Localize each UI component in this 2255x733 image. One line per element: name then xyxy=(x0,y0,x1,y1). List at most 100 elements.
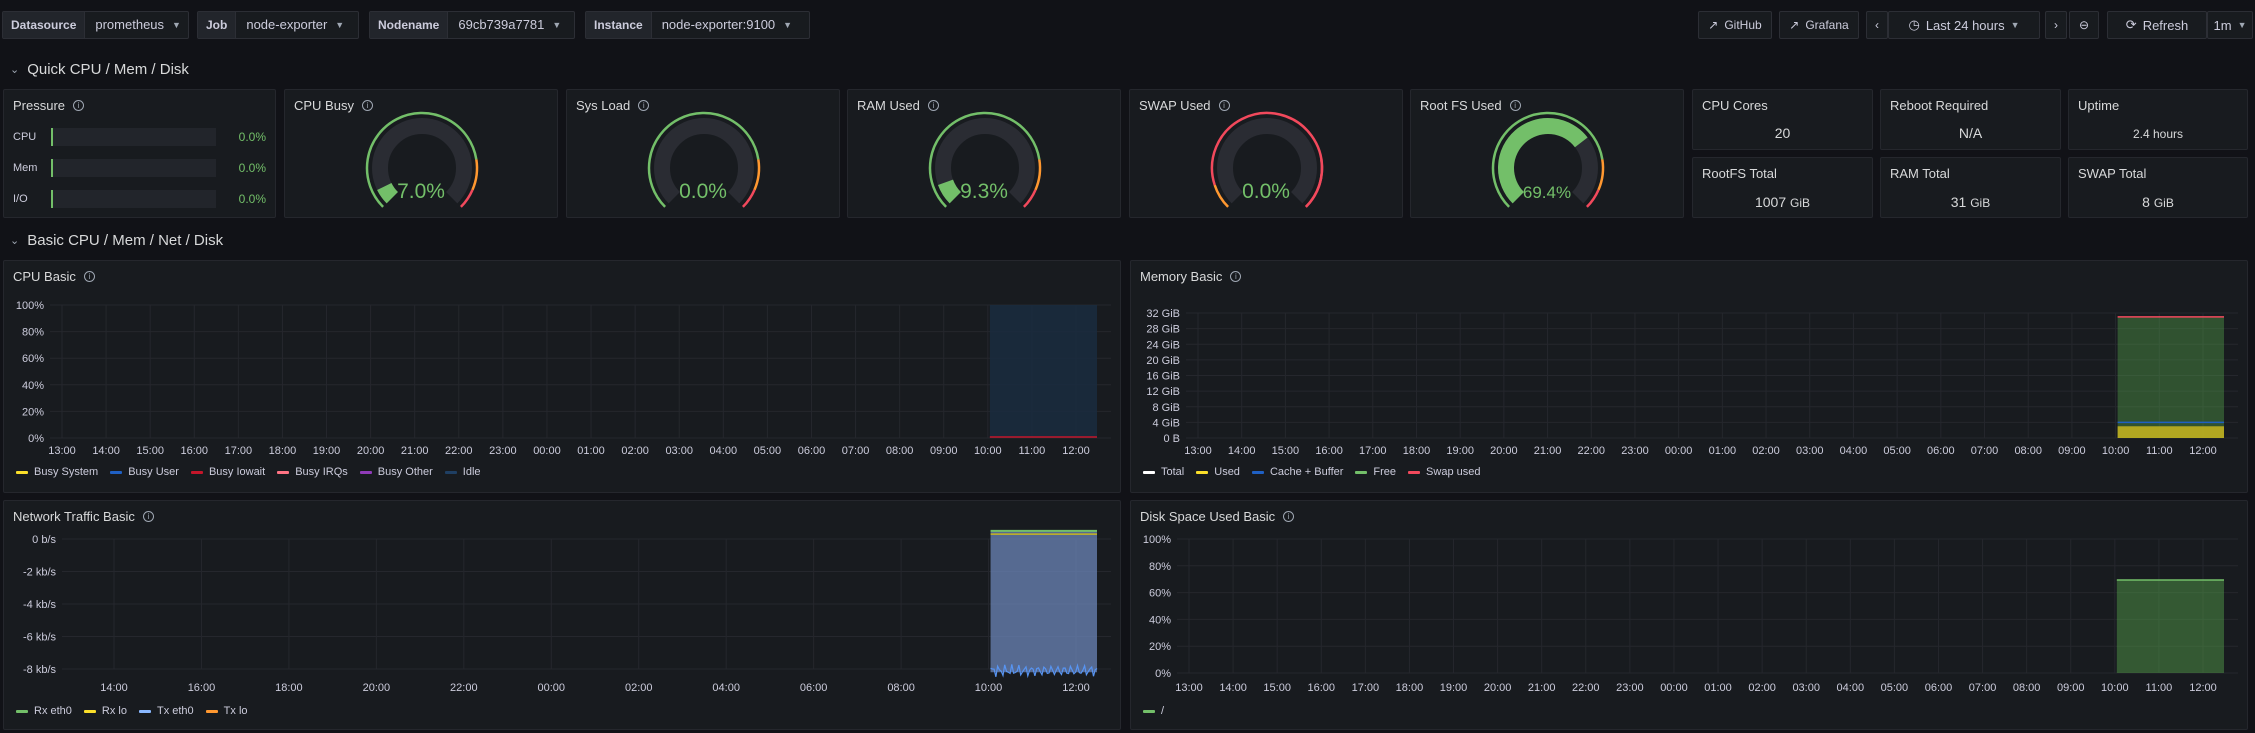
x-tick-label: 13:00 xyxy=(48,445,76,457)
pressure-value: 0.0% xyxy=(238,192,266,206)
x-tick-label: 04:00 xyxy=(1840,445,1868,457)
x-tick-label: 16:00 xyxy=(1315,445,1343,457)
y-tick-label: 60% xyxy=(22,353,44,365)
x-tick-label: 15:00 xyxy=(1272,445,1300,457)
legend-swatch xyxy=(138,709,151,713)
row-header-quick[interactable]: ⌄ Quick CPU / Mem / Disk xyxy=(10,59,189,79)
x-tick-label: 20:00 xyxy=(1484,682,1512,694)
legend-item[interactable]: Idle xyxy=(444,466,481,478)
pressure-row-mem: Mem 0.0% xyxy=(13,158,266,178)
legend-item[interactable]: Free xyxy=(1355,466,1396,478)
legend-item[interactable]: Busy IRQs xyxy=(277,466,348,478)
x-tick-label: 03:00 xyxy=(1792,682,1820,694)
refresh-interval-picker[interactable]: 1m ▼ xyxy=(2207,11,2253,39)
legend-item[interactable]: Total xyxy=(1143,466,1184,478)
panel-reboot-required: Reboot Required N/A xyxy=(1880,89,2061,150)
variable-instance[interactable]: Instance node-exporter:9100 ▼ xyxy=(585,11,810,39)
y-tick-label: -8 kb/s xyxy=(23,664,57,676)
x-tick-label: 01:00 xyxy=(1704,682,1732,694)
legend-item[interactable]: Busy System xyxy=(16,466,98,478)
legend-item[interactable]: Busy Iowait xyxy=(190,466,265,478)
panel-memory-basic: Memory Basic i 32 GiB 28 GiB 24 GiB 20 GiB 16… xyxy=(1130,260,2248,493)
y-tick-label: 20% xyxy=(22,406,44,418)
variable-value[interactable]: node-exporter:9100 ▼ xyxy=(652,12,802,38)
legend-label: Busy User xyxy=(128,466,179,478)
variable-value[interactable]: node-exporter ▼ xyxy=(236,12,354,38)
legend-item[interactable]: Busy User xyxy=(110,466,179,478)
x-tick-label: 00:00 xyxy=(538,682,566,694)
legend-item[interactable]: Tx lo xyxy=(205,705,248,717)
legend-item[interactable]: Rx eth0 xyxy=(16,705,72,717)
timeseries-chart[interactable]: 100% 80% 60% 40% 20% 0% 13:00 14:00 15:00 16:00 17… xyxy=(4,261,1122,494)
time-range-picker[interactable]: ◷ Last 24 hours ▼ xyxy=(1888,11,2040,39)
stat-value: 20 xyxy=(1693,125,1872,141)
stat-number: 20 xyxy=(1774,125,1791,141)
pressure-value: 0.0% xyxy=(238,130,266,144)
legend-swatch xyxy=(110,470,123,474)
variable-datasource[interactable]: Datasource prometheus ▼ xyxy=(2,11,189,39)
time-range-label: Last 24 hours xyxy=(1925,17,2005,33)
timeseries-chart[interactable]: 0 b/s -2 kb/s -4 kb/s -6 kb/s -8 kb/s 14:00 16… xyxy=(4,501,1122,731)
x-tick-label: 15:00 xyxy=(136,445,164,457)
chart-legend: / xyxy=(1143,705,1164,717)
panel-sys-load: Sys Load i 0.0% xyxy=(566,89,840,218)
zoom-out-button[interactable]: ⊖ xyxy=(2069,11,2099,39)
legend-item[interactable]: Busy Other xyxy=(359,466,433,478)
x-tick-label: 06:00 xyxy=(1925,682,1953,694)
x-tick-label: 19:00 xyxy=(1440,682,1468,694)
grafana-link-button[interactable]: ↗ Grafana xyxy=(1779,11,1859,39)
time-shift-back-button[interactable]: ‹ xyxy=(1866,11,1888,39)
chart-legend: Total Used Cache + Buffer Free Swap used xyxy=(1143,466,1480,478)
x-tick-label: 12:00 xyxy=(1062,682,1090,694)
variable-job[interactable]: Job node-exporter ▼ xyxy=(197,11,359,39)
area-used xyxy=(2117,426,2224,438)
x-tick-label: 22:00 xyxy=(450,682,478,694)
area-tx-eth0 xyxy=(990,530,1097,673)
gauge-value: 0.0% xyxy=(1242,180,1290,203)
panel-title-text: Pressure xyxy=(13,98,66,113)
legend-item[interactable]: Used xyxy=(1196,466,1240,478)
variable-value[interactable]: prometheus ▼ xyxy=(85,12,191,38)
panel-title: RAM Total xyxy=(1890,166,1950,181)
x-tick-label: 22:00 xyxy=(445,445,473,457)
pressure-bar xyxy=(51,159,216,177)
x-tick-label: 16:00 xyxy=(180,445,208,457)
info-icon[interactable]: i xyxy=(73,100,85,111)
y-tick-label: 24 GiB xyxy=(1146,339,1180,351)
stat-unit: GiB xyxy=(1970,196,1991,210)
legend-swatch xyxy=(1408,470,1421,474)
x-tick-label: 21:00 xyxy=(1528,682,1556,694)
legend-item[interactable]: Tx eth0 xyxy=(138,705,194,717)
refresh-button[interactable]: ⟳ Refresh xyxy=(2107,11,2207,39)
legend-item[interactable]: / xyxy=(1143,705,1164,717)
legend-item[interactable]: Rx lo xyxy=(83,705,127,717)
github-link-button[interactable]: ↗ GitHub xyxy=(1698,11,1772,39)
chevron-right-icon: › xyxy=(2054,18,2058,32)
x-tick-label: 02:00 xyxy=(621,445,649,457)
timeseries-chart[interactable]: 32 GiB 28 GiB 24 GiB 20 GiB 16 GiB 12 GiB 8 Gi… xyxy=(1131,261,2249,494)
x-tick-label: 11:00 xyxy=(1019,445,1046,457)
variable-nodename[interactable]: Nodename 69cb739a7781 ▼ xyxy=(369,11,575,39)
variable-value[interactable]: 69cb739a7781 ▼ xyxy=(448,12,571,38)
variable-label: Nodename xyxy=(370,12,449,38)
y-tick-label: 4 GiB xyxy=(1152,417,1180,429)
gauge-value: 69.4% xyxy=(1522,183,1572,202)
legend-label: Swap used xyxy=(1426,466,1481,478)
timeseries-chart[interactable]: 100% 80% 60% 40% 20% 0% 13:00 14:00 15:00 16:00 17… xyxy=(1131,501,2249,731)
legend-item[interactable]: Cache + Buffer xyxy=(1251,466,1343,478)
x-tick-label: 18:00 xyxy=(275,682,303,694)
panel-uptime: Uptime 2.4 hours xyxy=(2068,89,2248,150)
clock-icon: ◷ xyxy=(1908,17,1920,32)
legend-item[interactable]: Swap used xyxy=(1408,466,1480,478)
stat-number: 31 xyxy=(1950,194,1967,210)
x-tick-label: 08:00 xyxy=(2013,682,2041,694)
pressure-bar xyxy=(51,128,216,146)
row-header-basic[interactable]: ⌄ Basic CPU / Mem / Net / Disk xyxy=(10,230,223,250)
legend-label: Used xyxy=(1214,466,1240,478)
panel-swap-used: SWAP Used i 0.0% xyxy=(1129,89,1403,218)
time-shift-forward-button[interactable]: › xyxy=(2045,11,2067,39)
y-tick-label: 80% xyxy=(22,327,44,339)
refresh-interval-label: 1m xyxy=(2213,17,2232,33)
y-tick-label: 40% xyxy=(22,380,44,392)
panel-title: Uptime xyxy=(2078,98,2120,113)
